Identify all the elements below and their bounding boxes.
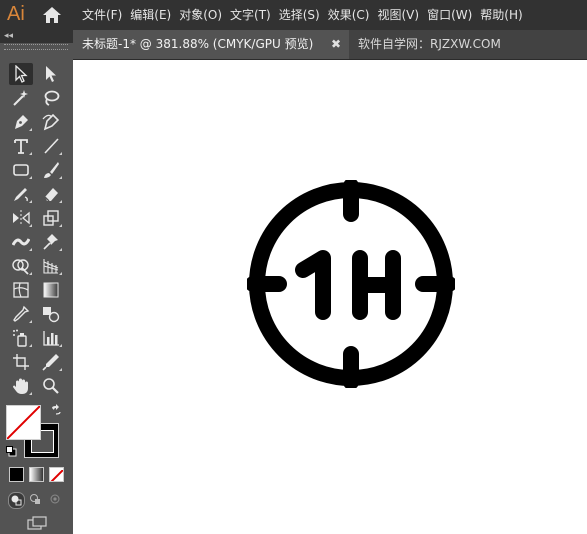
app-logo: Ai <box>7 3 25 25</box>
width-tool[interactable] <box>9 231 33 253</box>
menu-select[interactable]: 选择(S) <box>279 0 320 30</box>
menu-edit[interactable]: 编辑(E) <box>130 0 171 30</box>
default-fill-stroke-icon[interactable] <box>6 446 17 457</box>
eyedropper-tool-icon <box>13 305 30 322</box>
tab-rjzxw[interactable]: 软件自学网：RJZXW.COM <box>349 30 587 59</box>
gradient-mode-button[interactable] <box>29 467 44 482</box>
mesh-tool[interactable] <box>9 279 33 301</box>
width-tool-icon <box>12 238 30 246</box>
reflect-tool[interactable] <box>9 207 33 229</box>
none-fill-slash-icon <box>7 406 40 439</box>
pen-tool-icon <box>15 115 28 129</box>
draw-inside-button[interactable] <box>48 492 63 507</box>
tab-title: 未标题-1* @ 381.88% (CMYK/GPU 预览) <box>82 37 314 51</box>
document-tab-bar: 未标题-1* @ 381.88% (CMYK/GPU 预览) ✖ 软件自学网：R… <box>73 30 587 60</box>
hand-tool[interactable] <box>9 375 33 397</box>
tools-panel-header: ◂◂ <box>0 30 73 43</box>
selection-tool[interactable] <box>9 63 33 85</box>
slice-tool-icon <box>42 354 59 371</box>
draw-behind-icon <box>30 494 40 504</box>
none-icon <box>50 469 63 481</box>
one-hour-clock-icon[interactable] <box>247 180 455 388</box>
direct-selection-tool-icon <box>46 66 56 82</box>
eyedropper-tool[interactable] <box>9 303 33 325</box>
shaper-tool-icon <box>14 188 28 202</box>
reflect-tool-icon <box>13 210 30 226</box>
symbol-sprayer-tool[interactable] <box>9 327 33 349</box>
paintbrush-tool-icon <box>44 162 59 178</box>
eraser-tool-icon <box>44 188 58 202</box>
mesh-tool-icon <box>13 282 29 298</box>
shaper-tool[interactable] <box>9 183 33 205</box>
selection-tool-icon <box>15 65 28 83</box>
magic-wand-tool-icon <box>13 90 28 106</box>
collapse-panel-icon[interactable]: ◂◂ <box>4 30 13 43</box>
paintbrush-tool[interactable] <box>39 159 63 181</box>
draw-normal-button[interactable] <box>8 492 25 509</box>
scale-tool[interactable] <box>39 207 63 229</box>
column-graph-tool-icon <box>43 331 59 346</box>
scale-tool-icon <box>43 210 59 226</box>
line-segment-tool[interactable] <box>39 135 63 157</box>
draw-behind-button[interactable] <box>28 492 43 507</box>
lasso-tool-icon <box>44 90 60 106</box>
menu-window[interactable]: 窗口(W) <box>427 0 472 30</box>
shape-builder-tool[interactable] <box>9 255 33 277</box>
zoom-tool[interactable] <box>39 375 63 397</box>
zoom-tool-icon <box>43 378 59 394</box>
blend-tool-icon <box>43 307 60 323</box>
type-tool[interactable] <box>9 135 33 157</box>
type-tool-icon <box>14 139 28 154</box>
rectangle-tool[interactable] <box>9 159 33 181</box>
curvature-tool-icon <box>42 113 60 131</box>
puppet-warp-tool-icon <box>43 234 58 250</box>
slice-tool[interactable] <box>39 351 63 373</box>
menu-type[interactable]: 文字(T) <box>230 0 271 30</box>
pen-tool[interactable] <box>9 111 33 133</box>
tab-untitled-1[interactable]: 未标题-1* @ 381.88% (CMYK/GPU 预览) ✖ <box>73 30 349 59</box>
menu-view[interactable]: 视图(V) <box>377 0 419 30</box>
line-segment-tool-icon <box>44 138 59 154</box>
gradient-tool-icon <box>43 282 59 298</box>
swap-fill-stroke-icon[interactable] <box>50 404 62 416</box>
color-mode-button[interactable] <box>9 467 24 482</box>
perspective-grid-tool[interactable] <box>39 255 63 277</box>
menu-bar: Ai 文件(F) 编辑(E) 对象(O) 文字(T) 选择(S) 效果(C) 视… <box>0 0 587 30</box>
gradient-tool[interactable] <box>39 279 63 301</box>
draw-normal-icon <box>11 495 22 506</box>
menu-help[interactable]: 帮助(H) <box>480 0 522 30</box>
artboard-canvas[interactable] <box>73 60 587 534</box>
menu-object[interactable]: 对象(O) <box>179 0 222 30</box>
column-graph-tool[interactable] <box>39 327 63 349</box>
rectangle-tool-icon <box>13 164 29 176</box>
symbol-sprayer-tool-icon <box>13 329 27 347</box>
none-mode-button[interactable] <box>49 467 64 482</box>
artboard-tool[interactable] <box>9 351 33 373</box>
draw-inside-icon <box>50 494 60 504</box>
tab-title: 软件自学网：RJZXW.COM <box>358 37 501 51</box>
fill-swatch[interactable] <box>6 405 41 440</box>
magic-wand-tool[interactable] <box>9 87 33 109</box>
perspective-grid-tool-icon <box>43 259 59 274</box>
home-icon[interactable] <box>42 6 62 24</box>
eraser-tool[interactable] <box>39 183 63 205</box>
artboard-tool-icon <box>13 354 29 370</box>
close-tab-icon[interactable]: ✖ <box>331 30 341 59</box>
direct-selection-tool[interactable] <box>39 63 63 85</box>
shape-builder-tool-icon <box>12 259 29 275</box>
blend-tool[interactable] <box>39 303 63 325</box>
curvature-tool[interactable] <box>39 111 63 133</box>
label-1h <box>295 250 401 320</box>
menu-file[interactable]: 文件(F) <box>82 0 122 30</box>
hand-tool-icon <box>13 378 28 394</box>
lasso-tool[interactable] <box>39 87 63 109</box>
panel-grip[interactable] <box>4 44 68 50</box>
screen-mode-icon[interactable] <box>27 516 47 530</box>
menu-effect[interactable]: 效果(C) <box>328 0 370 30</box>
puppet-warp-tool[interactable] <box>39 231 63 253</box>
menu-list: 文件(F) 编辑(E) 对象(O) 文字(T) 选择(S) 效果(C) 视图(V… <box>82 0 531 30</box>
